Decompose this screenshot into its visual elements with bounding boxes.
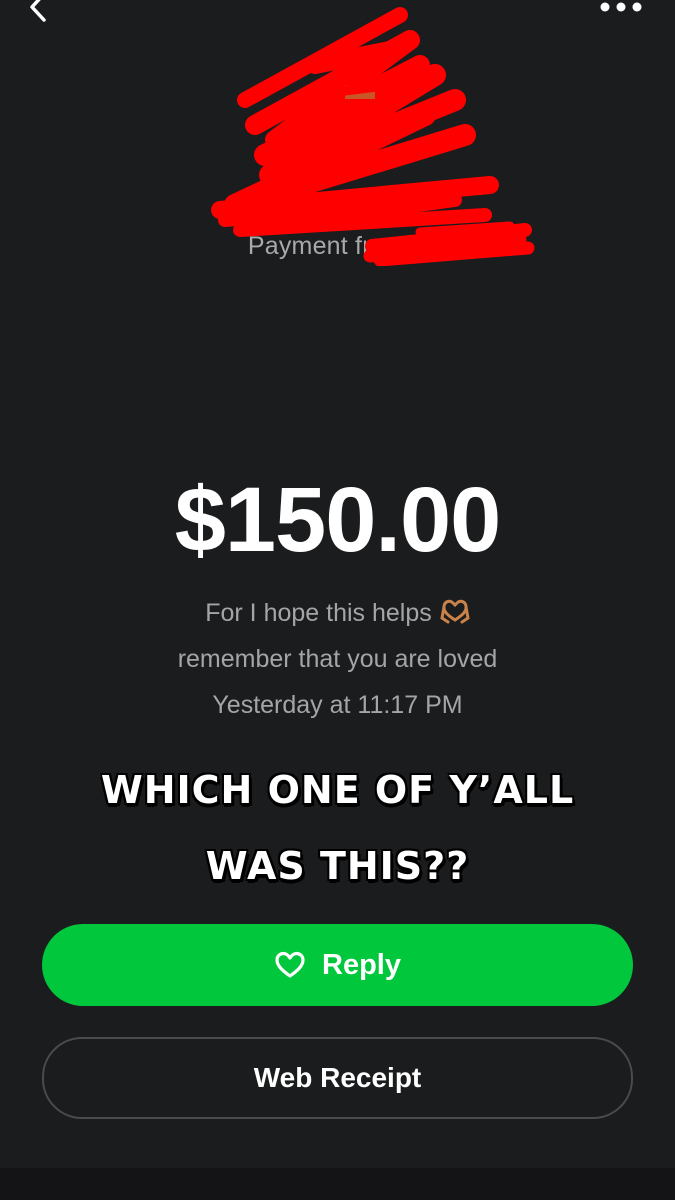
more-options-button[interactable] [599,0,647,16]
more-dots-icon [600,2,642,12]
meme-caption: WHICH ONE OF Y’ALL WAS THIS?? [0,752,675,904]
web-receipt-label: Web Receipt [253,1062,422,1093]
heart-outline-icon [275,951,305,978]
redacted-handle-scribble [363,221,535,266]
payment-amount: $150.00 [174,469,502,571]
bottom-strip [0,1168,675,1200]
reply-button[interactable]: Reply [42,924,633,1006]
payment-timestamp: Yesterday at 11:17 PM [212,691,463,719]
note-text-1: For I hope this helps [205,599,432,627]
payment-from-label: Payment from $ [0,232,675,261]
web-receipt-button[interactable]: Web Receipt [42,1037,633,1119]
note-line-1: For I hope this helps [0,590,675,636]
caption-line-2: WAS THIS?? [205,844,470,888]
reply-label: Reply [322,948,401,981]
note-line-2: remember that you are loved [177,645,498,673]
heart-hands-emoji-icon [440,599,470,624]
chevron-left-icon [30,0,46,22]
payment-note: For I hope this helps remember that you … [0,590,675,728]
back-button[interactable] [22,0,56,24]
caption-line-1: WHICH ONE OF Y’ALL [100,768,575,812]
